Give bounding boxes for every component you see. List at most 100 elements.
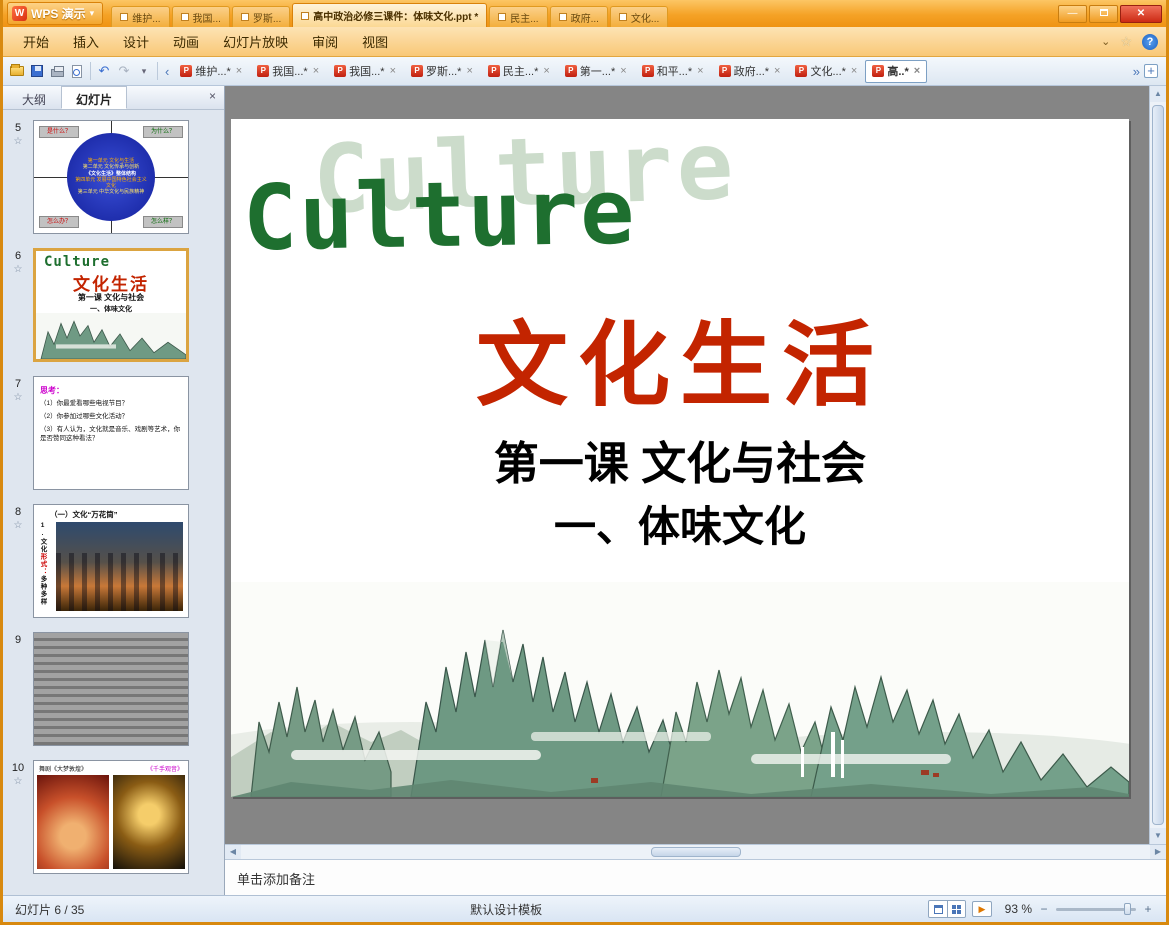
ppt-file-icon: P [795,65,808,77]
slide-thumbnail-7[interactable]: 思考： （1）你最爱看哪些电视节目？ （2）你参加过哪些文化活动？ （3）有人认… [33,376,189,490]
chevron-down-icon[interactable]: ⌄ [1101,35,1110,48]
close-tab-icon[interactable]: × [697,65,703,77]
panel-tabs: 大纲 幻灯片 × [3,86,224,110]
document-tab[interactable]: P 文化...* × [788,60,864,83]
save-button[interactable] [27,61,47,81]
menu-slideshow[interactable]: 幻灯片放映 [211,27,300,56]
document-tab[interactable]: P 和平...* × [635,60,711,83]
slide-thumbnail-10[interactable]: 舞剧《大梦敦煌》 《千手观音》 [33,760,189,874]
slide-subtitle-lesson[interactable]: 第一课 文化与社会 [231,427,1129,492]
notes-pane[interactable]: 单击添加备注 [225,859,1166,895]
zoom-slider-thumb[interactable] [1124,903,1131,915]
ppt-file-icon: P [718,65,731,77]
document-tab[interactable]: P 政府...* × [712,60,788,83]
close-tab-icon[interactable]: × [313,65,319,77]
print-button[interactable] [47,61,67,81]
app-menu-button[interactable]: W WPS 演示 ▾ [7,2,104,25]
slide-thumbnail-9[interactable] [33,632,189,746]
design-template-name[interactable]: 默认设计模板 [84,901,928,918]
thumbnail-row: 5 ☆ 是什么？ 为什么？ 怎么办？ 怎么样？ 第一单元 文化与生活 第二单元 … [3,120,224,234]
document-tab[interactable]: P 罗斯...* × [404,60,480,83]
menu-view[interactable]: 视图 [350,27,400,56]
slide-thumbnail-6-selected[interactable]: Culture 文化生活 第一课 文化与社会 一、体味文化 [33,248,189,362]
normal-view-button[interactable] [929,901,947,917]
print-preview-icon [72,64,82,78]
close-tab-icon[interactable]: × [466,65,472,77]
document-tab[interactable]: P 我国...* × [250,60,326,83]
menu-review[interactable]: 审阅 [300,27,350,56]
wps-presentation-window: W WPS 演示 ▾ 维护... 我国... 罗斯... 高中政治必修三课件：体… [0,0,1169,925]
favorite-star-icon[interactable]: ☆ [1120,34,1132,50]
close-tab-icon[interactable]: × [390,65,396,77]
document-tab-active[interactable]: P 高..* × [865,59,928,83]
close-panel-icon[interactable]: × [201,86,224,109]
culture-text[interactable]: Culture [242,160,637,272]
tab-scroll-right-icon[interactable]: » [1133,64,1140,79]
scroll-left-icon[interactable]: ◀ [225,845,241,859]
document-tab[interactable]: P 维护...* × [173,60,249,83]
close-tab-icon[interactable]: × [914,65,920,77]
ppt-file-icon: P [641,65,654,77]
vertical-scroll-thumb[interactable] [1152,105,1164,825]
zoom-in-button[interactable]: + [1142,902,1154,916]
current-slide[interactable]: Culture Culture 文化生活 第一课 文化与社会 一、体味文化 [231,112,1129,797]
title-tab[interactable]: 我国... [171,6,230,27]
scroll-up-icon[interactable]: ▲ [1150,86,1166,102]
close-tab-icon[interactable]: × [851,65,857,77]
horizontal-scroll-thumb[interactable] [650,847,741,857]
document-tab-bar: P 维护...* × P 我国...* × P 我国...* × P 罗斯...* × P 民主.… [173,57,1128,85]
document-tab[interactable]: P 民主...* × [481,60,557,83]
slide-title[interactable]: 文化生活 [231,291,1129,424]
dance-photo [37,775,109,869]
zoom-slider[interactable] [1056,902,1136,916]
close-button[interactable]: ✕ [1120,4,1162,23]
title-tab-active[interactable]: 高中政治必修三课件：体味文化.ppt * [292,3,488,27]
slide-thumbnail-8[interactable]: （一）文化“万花筒” 1.文化形式：多种多样 [33,504,189,618]
scroll-right-icon[interactable]: ▶ [1150,845,1166,859]
transition-star-icon: ☆ [13,264,23,275]
help-icon[interactable]: ? [1142,33,1158,50]
print-preview-button[interactable] [67,61,87,81]
new-tab-icon[interactable]: + [1144,64,1158,78]
tab-outline[interactable]: 大纲 [7,86,61,109]
title-tab[interactable]: 民主... [489,6,548,27]
title-tab[interactable]: 文化... [609,6,669,27]
undo-button[interactable]: ↶ [94,61,114,81]
minimize-button[interactable]: — [1058,4,1087,23]
slide-sorter-button[interactable] [947,901,965,917]
transition-star-icon: ☆ [13,136,23,147]
open-button[interactable] [7,61,27,81]
close-tab-icon[interactable]: × [236,65,242,77]
zoom-out-button[interactable]: − [1038,902,1050,916]
close-tab-icon[interactable]: × [774,65,780,77]
title-tab[interactable]: 政府... [549,6,608,27]
structure-circle: 第一单元 文化与生活 第二单元 文化传承与创新 《文化生活》整体结构 第四单元 … [67,133,155,221]
close-tab-icon[interactable]: × [620,65,626,77]
slide-thumbnail-5[interactable]: 是什么？ 为什么？ 怎么办？ 怎么样？ 第一单元 文化与生活 第二单元 文化传承… [33,120,189,234]
redo-button[interactable]: ↷ [114,61,134,81]
menu-insert[interactable]: 插入 [61,27,111,56]
slide-subtitle-section[interactable]: 一、体味文化 [231,493,1129,554]
menu-design[interactable]: 设计 [111,27,161,56]
tab-slides[interactable]: 幻灯片 [61,86,128,109]
vertical-scrollbar[interactable]: ▲ ▼ [1149,86,1166,844]
normal-view-icon [933,904,943,914]
landscape-painting[interactable] [231,582,1129,797]
ppt-file-icon: P [487,65,500,77]
ppt-file-icon: P [564,65,577,77]
document-tab[interactable]: P 第一...* × [558,60,634,83]
scroll-down-icon[interactable]: ▼ [1150,828,1166,844]
play-slideshow-button[interactable]: ▶ [972,901,992,917]
horizontal-scrollbar[interactable]: ◀ ▶ [225,844,1166,859]
title-tab[interactable]: 维护... [111,6,170,27]
title-tab[interactable]: 罗斯... [231,6,291,27]
caret-down-icon[interactable]: ▾ [134,61,154,81]
tab-scroll-left-icon[interactable]: ‹ [161,64,173,79]
close-tab-icon[interactable]: × [543,65,549,77]
menu-animation[interactable]: 动画 [161,27,211,56]
menu-start[interactable]: 开始 [11,27,61,56]
maximize-button[interactable] [1089,4,1118,23]
document-tab[interactable]: P 我国...* × [327,60,403,83]
slide-canvas[interactable]: Culture Culture 文化生活 第一课 文化与社会 一、体味文化 ▲ … [225,86,1166,844]
ppt-file-icon: P [411,65,424,77]
